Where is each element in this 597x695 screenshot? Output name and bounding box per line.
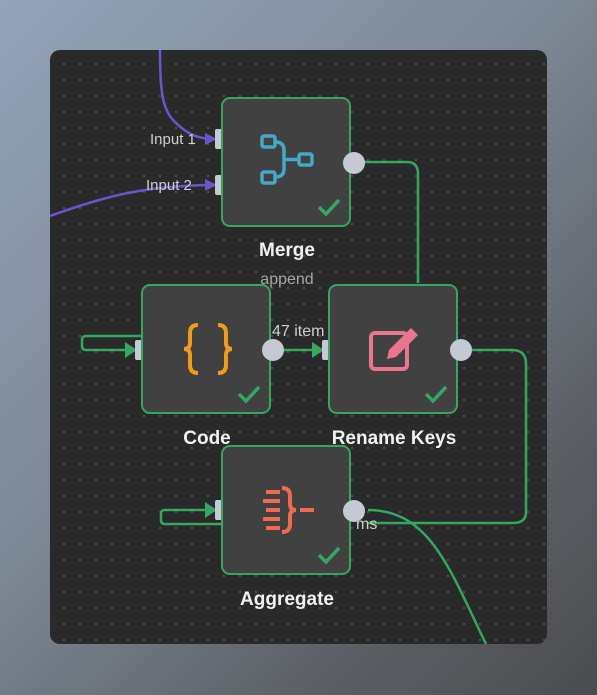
- merge-output-handle[interactable]: [343, 152, 365, 174]
- merge-node[interactable]: [221, 97, 351, 227]
- success-check-icon: [237, 385, 261, 404]
- merge-input-2-label: Input 2: [146, 177, 192, 194]
- merge-node-title: Merge: [259, 240, 315, 261]
- rename-keys-node[interactable]: [328, 284, 458, 414]
- aggregate-icon: [263, 486, 314, 534]
- aggregate-node[interactable]: [221, 445, 351, 575]
- code-output-handle[interactable]: [262, 339, 284, 361]
- success-check-icon: [424, 385, 448, 404]
- code-braces-icon: [183, 323, 233, 375]
- merge-input-1-label: Input 1: [150, 131, 196, 148]
- workflow-canvas[interactable]: Input 1 Input 2 Merge append Code Rename…: [50, 50, 547, 644]
- wire-merge-input-1: [158, 50, 211, 141]
- aggregate-output-handle[interactable]: [343, 500, 365, 522]
- wire-aggregate-output: [367, 508, 488, 644]
- edit-pen-icon: [369, 328, 418, 371]
- merge-branch-icon: [260, 134, 314, 185]
- rename-keys-output-handle[interactable]: [450, 339, 472, 361]
- edge-item-count-label: 47 item: [272, 323, 325, 340]
- aggregate-node-title: Aggregate: [240, 589, 334, 610]
- success-check-icon: [317, 198, 341, 217]
- wire-merge-to-rename: [356, 160, 420, 283]
- success-check-icon: [317, 546, 341, 565]
- code-node[interactable]: [141, 284, 271, 414]
